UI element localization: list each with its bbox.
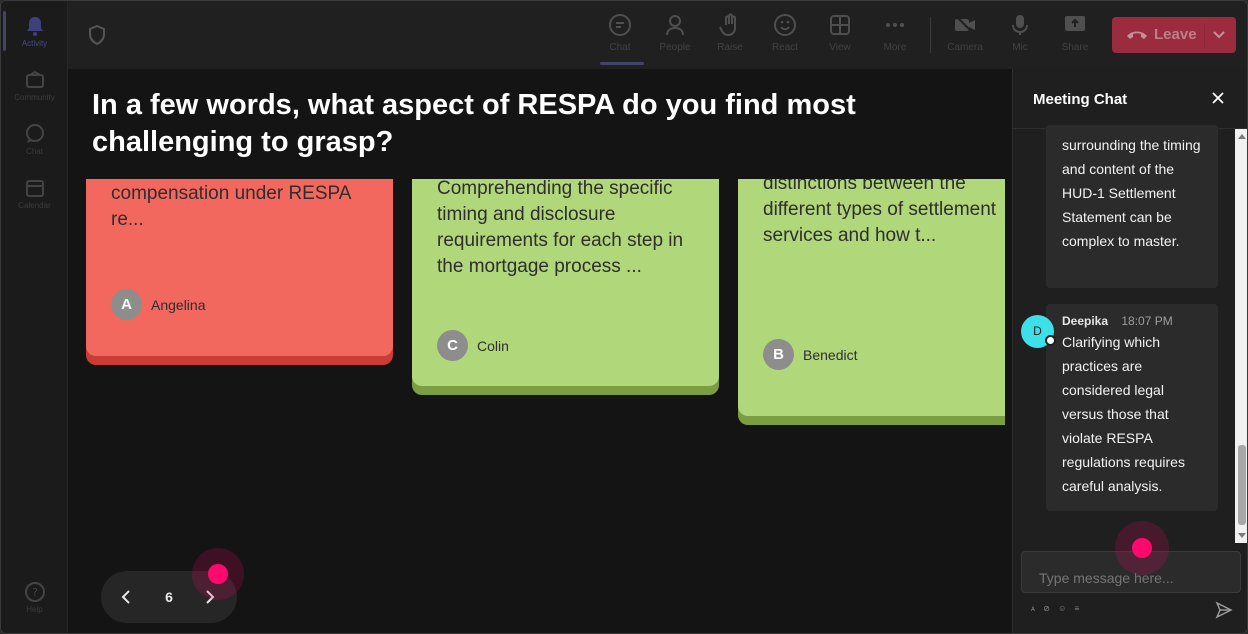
meeting-toolbar: Chat People Raise React View More Camera	[68, 1, 1247, 69]
send-icon[interactable]	[1215, 601, 1233, 619]
response-card[interactable]: Comprehending the specific timing and di…	[412, 179, 719, 386]
smiley-icon	[774, 14, 796, 36]
people-icon	[666, 15, 684, 36]
toolbar-mic-button[interactable]: Mic	[992, 9, 1048, 61]
chat-scrollbar[interactable]	[1235, 129, 1247, 543]
response-card[interactable]: Understanding the detailed distinctions …	[738, 179, 1005, 416]
toolbar-react-button[interactable]: React	[757, 9, 813, 61]
toolbar-more-label: More	[883, 42, 907, 53]
avatar: D	[1021, 315, 1056, 348]
toolbar-divider	[930, 17, 931, 53]
toolbar-share-button[interactable]: Share	[1047, 9, 1103, 61]
toolbar-view-label: View	[829, 42, 851, 53]
toolbar-camera-button[interactable]: Camera	[937, 9, 993, 61]
click-marker	[1115, 521, 1169, 575]
avatar: B	[763, 339, 794, 370]
hang-up-icon	[1127, 31, 1147, 39]
scrollbar-thumb[interactable]	[1238, 445, 1246, 525]
bell-icon	[26, 17, 43, 36]
formatting-toolbar[interactable]: ᴀ ⊘ ☺ ≡	[1031, 604, 1082, 613]
scroll-up-icon[interactable]	[1238, 133, 1246, 139]
rail-item-chat[interactable]: Chat	[1, 113, 68, 165]
microphone-icon	[1012, 15, 1028, 35]
chat-message: Deepika 18:07 PM Clarifying which practi…	[1046, 304, 1218, 511]
toolbar-react-label: React	[771, 42, 799, 53]
community-icon	[25, 70, 44, 88]
avatar-initial: D	[1033, 324, 1042, 338]
chat-icon	[25, 124, 44, 143]
presence-dot	[1045, 335, 1056, 346]
leave-divider	[1204, 23, 1205, 47]
message-header: Deepika 18:07 PM	[1062, 312, 1202, 330]
card-text: Understanding the detailed distinctions …	[763, 179, 997, 246]
shield-icon	[89, 25, 105, 45]
rail-item-help[interactable]: ? Help	[1, 571, 68, 623]
meeting-window: Activity Community Chat Calendar ? Help …	[0, 0, 1248, 634]
chat-message: surrounding the timing and content of th…	[1046, 125, 1218, 288]
author-name: Colin	[477, 338, 509, 354]
scroll-down-icon[interactable]	[1238, 533, 1246, 539]
toolbar-raise-button[interactable]: Raise	[702, 9, 758, 61]
grid-view-icon	[830, 15, 850, 35]
rail-item-calendar[interactable]: Calendar	[1, 167, 68, 219]
toolbar-chat-button[interactable]: Chat	[592, 9, 648, 65]
share-screen-icon	[1065, 16, 1085, 31]
more-dots-icon	[886, 23, 904, 27]
toolbar-raise-label: Raise	[717, 42, 743, 53]
toolbar-people-button[interactable]: People	[647, 9, 703, 61]
message-text: Clarifying which practices are considere…	[1062, 334, 1185, 494]
question-title: In a few words, what aspect of RESPA do …	[92, 89, 856, 158]
response-card[interactable]: compensation under RESPA re... A Angelin…	[86, 179, 393, 356]
app-rail: Activity Community Chat Calendar ? Help	[1, 1, 68, 633]
toolbar-view-button[interactable]: View	[812, 9, 868, 61]
chevron-down-icon[interactable]	[1212, 29, 1226, 41]
toolbar-more-button[interactable]: More	[867, 9, 923, 61]
chat-icon	[609, 14, 631, 36]
leave-button[interactable]: Leave	[1112, 17, 1236, 53]
message-text: surrounding the timing and content of th…	[1062, 137, 1201, 249]
toolbar-share-label: Share	[1061, 42, 1089, 53]
avatar: C	[437, 330, 468, 361]
calendar-icon	[25, 180, 44, 197]
chevron-left-icon[interactable]	[117, 588, 135, 606]
leave-label: Leave	[1154, 26, 1197, 43]
rail-label-activity: Activity	[21, 39, 48, 48]
toolbar-camera-label: Camera	[947, 42, 983, 53]
card-text: compensation under RESPA re...	[111, 183, 351, 230]
response-cards: compensation under RESPA re... A Angelin…	[68, 179, 1005, 579]
close-icon[interactable]	[1211, 91, 1225, 105]
page-number: 6	[165, 589, 173, 605]
message-sender: Deepika	[1062, 314, 1109, 328]
author-name: Angelina	[151, 297, 206, 313]
toolbar-mic-label: Mic	[1012, 42, 1028, 53]
chat-title: Meeting Chat	[1033, 91, 1128, 108]
toolbar-chat-label: Chat	[609, 42, 631, 53]
rail-label-chat: Chat	[26, 147, 43, 156]
toolbar-people-label: People	[659, 42, 691, 53]
raise-hand-icon	[719, 13, 736, 37]
author-name: Benedict	[803, 347, 858, 363]
rail-label-calendar: Calendar	[18, 201, 51, 210]
rail-label-community: Community	[14, 93, 55, 102]
rail-item-activity[interactable]: Activity	[1, 5, 68, 57]
help-icon: ?	[24, 582, 45, 602]
message-time: 18:07 PM	[1121, 314, 1173, 328]
avatar: A	[111, 289, 142, 320]
rail-label-help: Help	[26, 605, 43, 614]
camera-off-icon	[955, 15, 975, 35]
click-marker	[192, 548, 244, 600]
svg-text:?: ?	[32, 586, 38, 599]
rail-item-community[interactable]: Community	[1, 59, 68, 111]
card-text: Comprehending the specific timing and di…	[437, 179, 684, 277]
